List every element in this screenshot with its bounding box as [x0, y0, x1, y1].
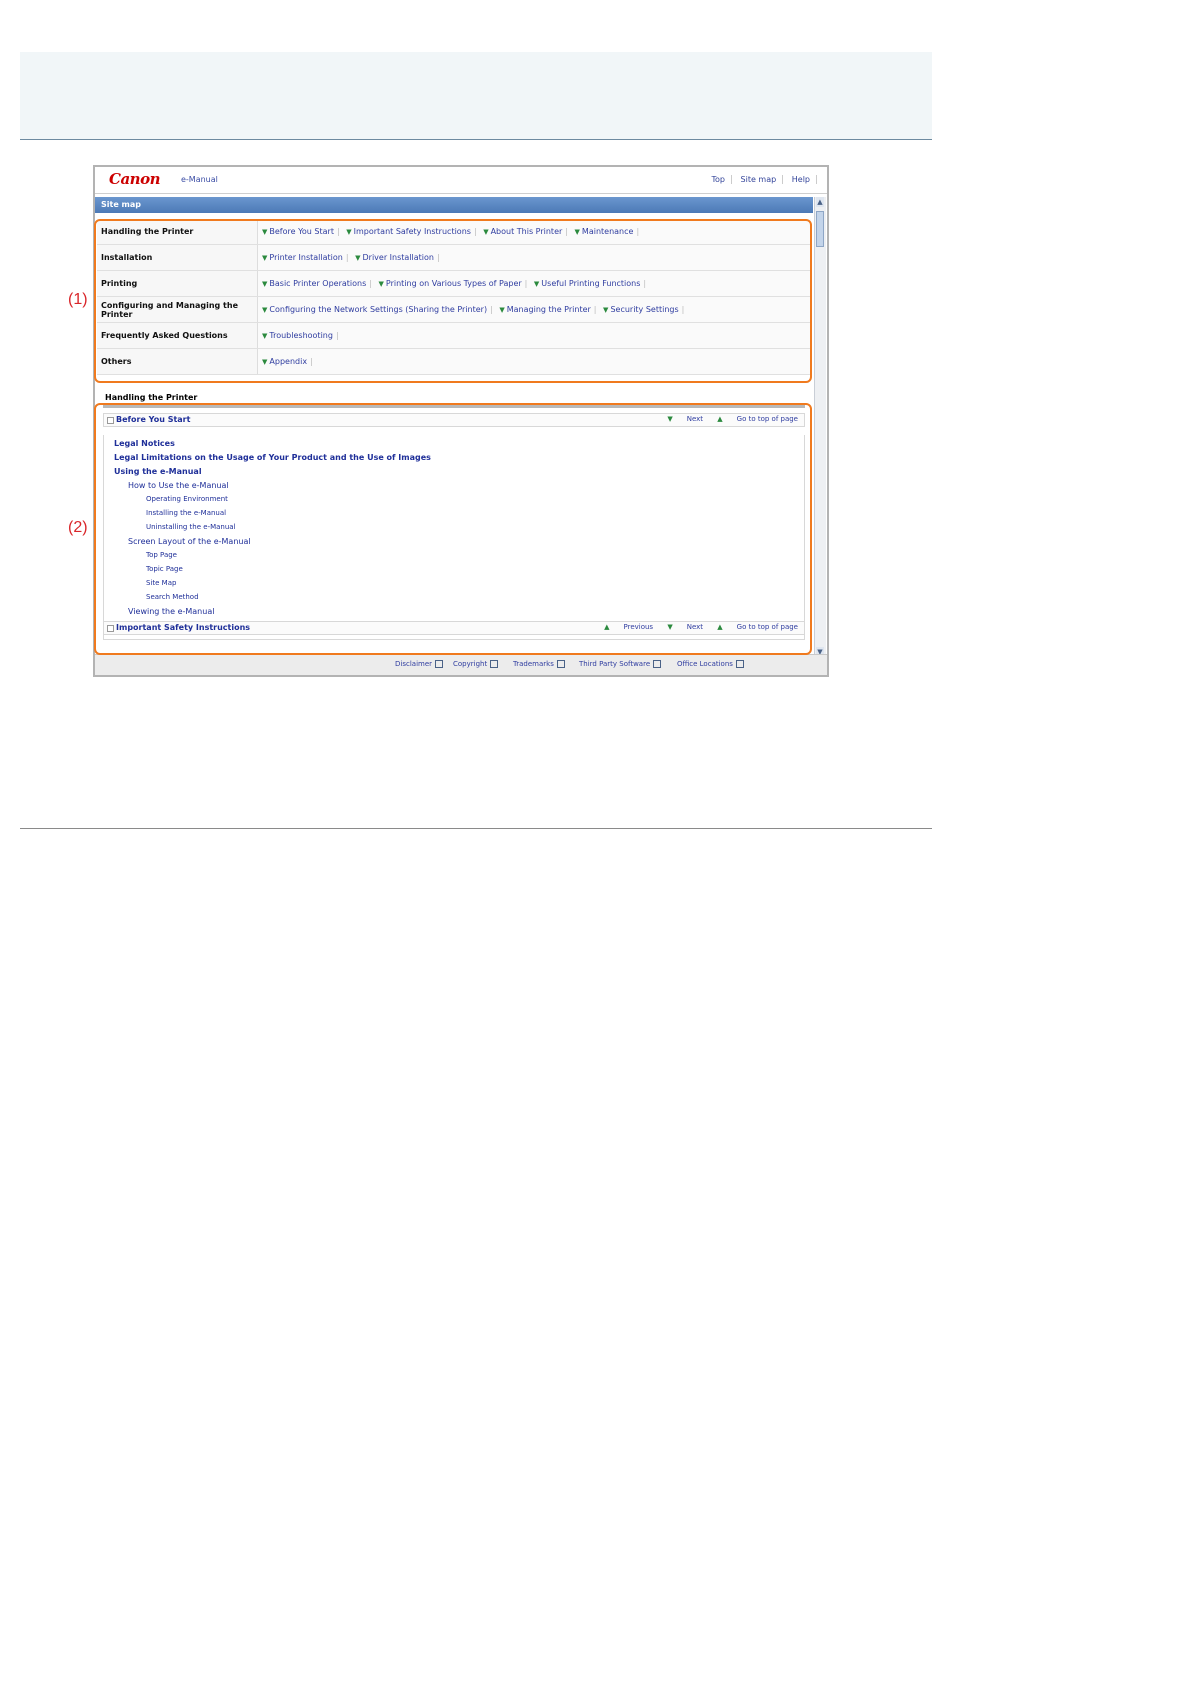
scroll-up-icon[interactable]: ▲	[816, 197, 824, 207]
section-title: Site map	[101, 200, 141, 209]
highlight-box-1	[94, 219, 812, 383]
third-party-link[interactable]: Third Party Software	[579, 660, 662, 668]
window-icon	[653, 660, 662, 668]
window-icon	[556, 660, 565, 668]
trademarks-link[interactable]: Trademarks	[513, 660, 565, 668]
window-icon	[490, 660, 499, 668]
copyright-link[interactable]: Copyright	[453, 660, 499, 668]
footer-bar: Disclaimer Copyright Trademarks Third Pa…	[95, 654, 827, 675]
help-link[interactable]: Help	[785, 175, 817, 184]
scroll-thumb[interactable]	[816, 211, 824, 247]
page-header-band	[20, 52, 932, 140]
top-links: Top Site map Help	[705, 175, 817, 184]
callout-1: (1)	[68, 291, 88, 308]
canon-logo: Canon	[109, 170, 160, 188]
disclaimer-link[interactable]: Disclaimer	[395, 660, 444, 668]
scrollbar[interactable]: ▲ ▼	[814, 197, 826, 657]
window-icon	[435, 660, 444, 668]
product-name: e-Manual	[181, 175, 218, 184]
bottom-divider	[20, 828, 932, 829]
sitemap-link[interactable]: Site map	[734, 175, 784, 184]
office-locations-link[interactable]: Office Locations	[677, 660, 744, 668]
detail-title: Handling the Printer	[105, 393, 198, 402]
callout-2: (2)	[68, 519, 88, 536]
window-icon	[735, 660, 744, 668]
top-link[interactable]: Top	[705, 175, 732, 184]
section-title-bar: Site map	[95, 197, 813, 213]
top-bar: Canon e-Manual Top Site map Help	[95, 167, 827, 194]
highlight-box-2	[94, 403, 812, 655]
